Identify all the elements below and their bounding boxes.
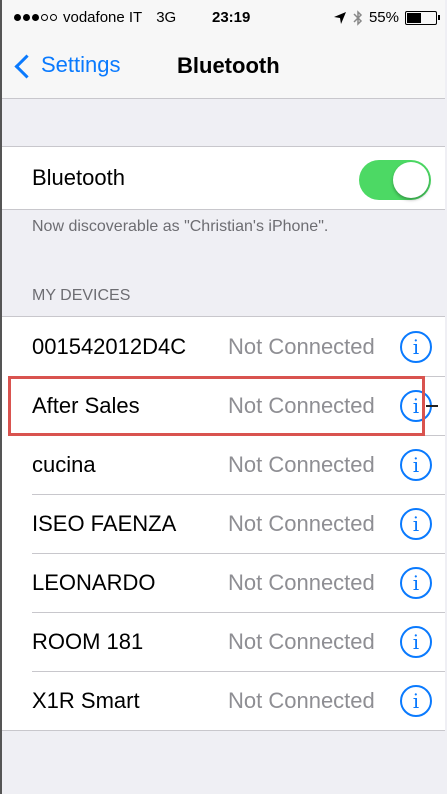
discoverable-note: Now discoverable as "Christian's iPhone"… bbox=[32, 218, 329, 235]
device-status: Not Connected bbox=[228, 628, 375, 654]
device-status: Not Connected bbox=[228, 333, 375, 359]
device-row[interactable]: ISEO FAENZA Not Connected i bbox=[2, 494, 445, 553]
back-button[interactable]: Settings bbox=[14, 52, 121, 79]
bluetooth-icon bbox=[353, 9, 363, 26]
info-icon[interactable]: i bbox=[400, 685, 432, 717]
bluetooth-label: Bluetooth bbox=[32, 165, 125, 190]
device-row[interactable]: ROOM 181 Not Connected i bbox=[2, 612, 445, 671]
bluetooth-row: Bluetooth bbox=[2, 147, 445, 209]
device-name: LEONARDO bbox=[32, 569, 156, 595]
battery-icon bbox=[405, 10, 440, 25]
device-status: Not Connected bbox=[228, 510, 375, 536]
device-name: X1R Smart bbox=[32, 687, 140, 713]
info-icon[interactable]: i bbox=[400, 567, 432, 599]
network-type: 3G bbox=[156, 9, 177, 26]
status-left: vodafone IT 3G bbox=[14, 9, 176, 26]
location-arrow-icon bbox=[333, 11, 346, 24]
info-icon[interactable]: i bbox=[400, 449, 432, 481]
device-name: ISEO FAENZA bbox=[32, 510, 177, 536]
toggle-knob bbox=[393, 162, 429, 198]
status-time: 23:19 bbox=[212, 9, 251, 26]
info-icon[interactable]: i bbox=[400, 331, 432, 363]
device-name: ROOM 181 bbox=[32, 628, 144, 654]
highlight-box bbox=[8, 376, 425, 436]
info-icon[interactable]: i bbox=[400, 508, 432, 540]
device-name: cucina bbox=[32, 451, 96, 477]
device-name: 001542012D4C bbox=[32, 333, 187, 359]
device-status: Not Connected bbox=[228, 687, 375, 713]
bluetooth-toggle-group: Bluetooth bbox=[2, 146, 445, 210]
page-title: Bluetooth bbox=[177, 53, 280, 78]
battery-percent: 55% bbox=[368, 9, 399, 26]
bluetooth-toggle[interactable] bbox=[359, 160, 431, 200]
back-button-label: Settings bbox=[41, 52, 121, 77]
info-icon[interactable]: i bbox=[400, 626, 432, 658]
section-header-my-devices: MY DEVICES bbox=[32, 287, 131, 304]
highlight-pointer bbox=[426, 405, 438, 407]
device-row[interactable]: 001542012D4C Not Connected i bbox=[2, 317, 445, 376]
device-status: Not Connected bbox=[228, 569, 375, 595]
chevron-left-icon bbox=[14, 53, 39, 79]
device-row[interactable]: cucina Not Connected i bbox=[2, 435, 445, 494]
status-bar: vodafone IT 3G 23:19 55% bbox=[2, 0, 445, 36]
navigation-bar: Settings Bluetooth bbox=[2, 36, 445, 99]
device-status: Not Connected bbox=[228, 451, 375, 477]
device-row[interactable]: LEONARDO Not Connected i bbox=[2, 553, 445, 612]
carrier-name: vodafone IT bbox=[63, 9, 143, 26]
device-row[interactable]: X1R Smart Not Connected i bbox=[2, 671, 445, 730]
status-right: 55% bbox=[333, 9, 440, 26]
signal-strength-icon bbox=[14, 14, 57, 21]
iphone-screen: vodafone IT 3G 23:19 55% Settings Blueto… bbox=[0, 0, 445, 794]
